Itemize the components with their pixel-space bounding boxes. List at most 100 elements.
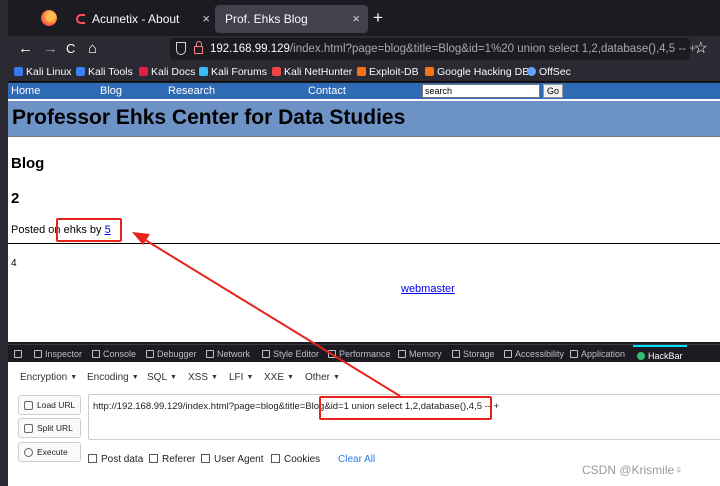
application-icon: [570, 350, 578, 358]
devtools-tab-application[interactable]: Application: [570, 345, 625, 363]
user-agent-checkbox[interactable]: User Agent: [201, 454, 263, 465]
hackbar-icon: [637, 352, 645, 360]
menu-other[interactable]: Other ▼: [305, 372, 340, 383]
tab-strip: Acunetix - About × Prof. Ehks Blog × +: [8, 0, 720, 36]
bookmark-offsec[interactable]: OffSec: [527, 65, 571, 79]
load-url-icon: [24, 401, 33, 410]
devtools-tab-storage[interactable]: Storage: [452, 345, 495, 363]
devtools-tab-debugger[interactable]: Debugger: [146, 345, 197, 363]
forward-button[interactable]: →: [43, 39, 58, 59]
insecure-lock-icon[interactable]: [194, 41, 203, 54]
devtools-tab-network[interactable]: Network: [206, 345, 250, 363]
referer-checkbox[interactable]: Referer: [149, 454, 195, 465]
execute-button[interactable]: Execute: [18, 442, 81, 462]
load-url-button[interactable]: Load URL: [18, 395, 81, 415]
back-button[interactable]: ←: [18, 39, 33, 59]
new-tab-button[interactable]: +: [373, 8, 383, 28]
close-tab-icon[interactable]: ×: [352, 5, 360, 33]
style-editor-icon: [262, 350, 270, 358]
webmaster-link[interactable]: webmaster: [401, 283, 455, 295]
network-icon: [206, 350, 214, 358]
performance-icon: [328, 350, 336, 358]
bookmarks-toolbar: Kali Linux Kali Tools Kali Docs Kali For…: [8, 62, 720, 82]
debugger-icon: [146, 350, 154, 358]
tab-acunetix[interactable]: Acunetix - About ×: [68, 5, 218, 33]
bookmark-exploit-db[interactable]: Exploit-DB: [357, 65, 419, 79]
bookmark-kali-linux[interactable]: Kali Linux: [14, 65, 72, 79]
close-tab-icon[interactable]: ×: [202, 5, 210, 33]
site-search-input[interactable]: search: [422, 84, 540, 98]
kali-docs-icon: [139, 67, 148, 76]
devtools-tab-inspector[interactable]: Inspector: [34, 345, 82, 363]
search-go-button[interactable]: Go: [543, 84, 563, 98]
console-icon: [92, 350, 100, 358]
menu-sql[interactable]: SQL ▼: [147, 372, 177, 383]
url-text: 192.168.99.129/index.html?page=blog&titl…: [210, 43, 696, 55]
ghdb-icon: [425, 67, 434, 76]
tab-prof-ehks-blog[interactable]: Prof. Ehks Blog ×: [215, 5, 368, 33]
offsec-icon: [527, 67, 536, 76]
exploit-db-icon: [357, 67, 366, 76]
url-bar[interactable]: 192.168.99.129/index.html?page=blog&titl…: [170, 38, 696, 60]
home-button[interactable]: ⌂: [88, 39, 97, 59]
post-title: 2: [11, 190, 20, 207]
site-header: Professor Ehks Center for Data Studies: [8, 101, 720, 136]
devtools-tab-performance[interactable]: Performance: [328, 345, 391, 363]
accessibility-icon: [504, 350, 512, 358]
nav-research-link[interactable]: Research: [168, 84, 215, 98]
tab-title: Acunetix - About: [92, 12, 180, 26]
kali-tools-icon: [76, 67, 85, 76]
clear-all-button[interactable]: Clear All: [338, 454, 375, 465]
header-divider: [8, 136, 720, 137]
split-url-icon: [24, 424, 33, 433]
devtools-tab-style-editor[interactable]: Style Editor: [262, 345, 319, 363]
menu-encryption[interactable]: Encryption ▼: [20, 372, 77, 383]
firefox-logo-icon[interactable]: [41, 10, 57, 26]
storage-icon: [452, 350, 460, 358]
menu-xss[interactable]: XSS ▼: [188, 372, 218, 383]
menu-xxe[interactable]: XXE ▼: [264, 372, 294, 383]
devtools-tab-console[interactable]: Console: [92, 345, 136, 363]
pick-element-icon[interactable]: [14, 345, 25, 363]
cookies-checkbox[interactable]: Cookies: [271, 454, 320, 465]
acunetix-favicon-icon: [76, 14, 85, 24]
reload-button[interactable]: C: [66, 39, 75, 59]
devtools-toolbar: Inspector Console Debugger Network Style…: [8, 344, 720, 362]
site-nav: Home Blog Research Contact search Go: [8, 83, 720, 99]
bookmark-kali-nethunter[interactable]: Kali NetHunter: [272, 65, 352, 79]
inspector-icon: [34, 350, 42, 358]
bookmark-star-icon[interactable]: ☆: [694, 38, 708, 58]
nav-blog-link[interactable]: Blog: [100, 84, 122, 98]
nav-contact-link[interactable]: Contact: [308, 84, 346, 98]
nethunter-icon: [272, 67, 281, 76]
kali-forums-icon: [199, 67, 208, 76]
devtools-tab-accessibility[interactable]: Accessibility: [504, 345, 564, 363]
bookmark-kali-docs[interactable]: Kali Docs: [139, 65, 195, 79]
devtools-tab-memory[interactable]: Memory: [398, 345, 442, 363]
nav-home-link[interactable]: Home: [11, 84, 40, 98]
screenshot-root: Acunetix - About × Prof. Ehks Blog × + ←…: [0, 0, 720, 486]
blog-heading: Blog: [11, 155, 45, 172]
post-divider: [8, 243, 720, 244]
kali-icon: [14, 67, 23, 76]
menu-lfi[interactable]: LFI ▼: [229, 372, 253, 383]
navigation-toolbar: ← → C ⌂ 192.168.99.129/index.html?page=b…: [8, 36, 720, 62]
devtools-tab-hackbar[interactable]: HackBar: [633, 345, 687, 363]
watermark: CSDN @Krismile♀: [582, 463, 684, 477]
left-edge: [0, 0, 8, 486]
menu-encoding[interactable]: Encoding ▼: [87, 372, 139, 383]
bookmark-kali-forums[interactable]: Kali Forums: [199, 65, 267, 79]
bookmark-kali-tools[interactable]: Kali Tools: [76, 65, 133, 79]
tracking-protection-icon[interactable]: [176, 42, 186, 55]
annotation-box-output: [56, 218, 122, 242]
tab-title: Prof. Ehks Blog: [225, 12, 308, 26]
bookmark-google-hacking-db[interactable]: Google Hacking DB: [425, 65, 529, 79]
annotation-box-payload: [319, 396, 492, 420]
memory-icon: [398, 350, 406, 358]
post-data-checkbox[interactable]: Post data: [88, 454, 143, 465]
split-url-button[interactable]: Split URL: [18, 418, 81, 438]
post-body: 4: [11, 258, 17, 269]
site-title: Professor Ehks Center for Data Studies: [12, 106, 406, 129]
web-page: Home Blog Research Contact search Go Pro…: [8, 83, 720, 342]
execute-icon: [24, 448, 33, 457]
